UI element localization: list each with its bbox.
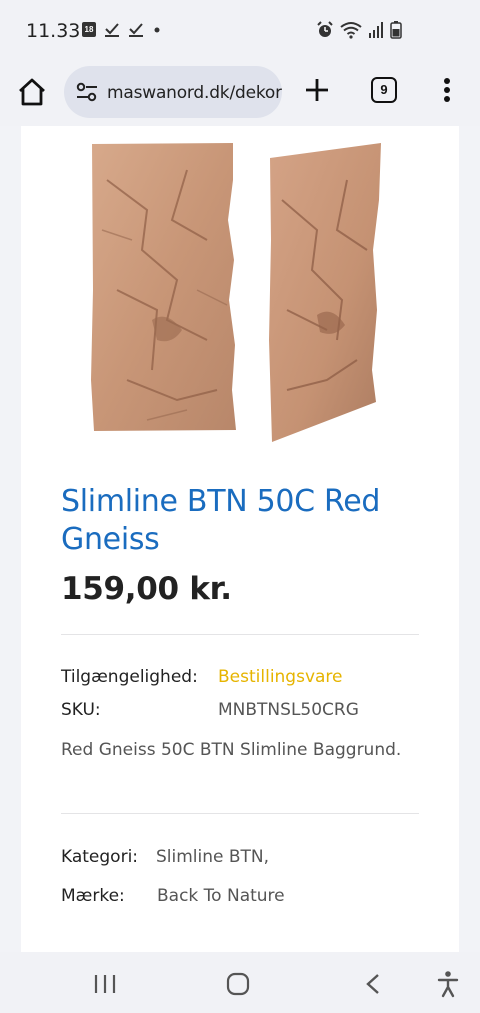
tab-switcher-button[interactable]: 9 xyxy=(371,77,397,103)
alarm-icon xyxy=(317,21,333,37)
accessibility-icon[interactable] xyxy=(436,970,460,998)
wifi-icon xyxy=(340,22,362,39)
sku-label: SKU: xyxy=(61,700,101,720)
url-text: maswanord.dk/dekora xyxy=(107,83,282,103)
new-tab-icon[interactable] xyxy=(303,76,331,104)
stone-panel-right xyxy=(269,143,381,442)
product-price: 159,00 kr. xyxy=(61,571,232,607)
category-label: Kategori: xyxy=(61,847,139,867)
dot-icon xyxy=(154,27,160,33)
status-time: 11.33 xyxy=(26,20,81,42)
sku-value: MNBTNSL50CRG xyxy=(218,700,359,720)
system-nav-bar xyxy=(0,952,480,1013)
calendar-icon: 18 xyxy=(82,21,96,37)
divider xyxy=(61,634,419,635)
system-icons xyxy=(316,21,402,39)
home-icon[interactable] xyxy=(16,76,48,108)
category-link[interactable]: Slimline BTN, xyxy=(156,847,269,867)
product-title: Slimline BTN 50C Red Gneiss xyxy=(61,484,381,557)
brand-link[interactable]: Back To Nature xyxy=(157,886,285,906)
page-content[interactable]: Slimline BTN 50C Red Gneiss 159,00 kr. T… xyxy=(0,126,480,952)
home-circle-icon[interactable] xyxy=(226,972,250,996)
battery-icon xyxy=(390,21,402,39)
recent-apps-icon[interactable] xyxy=(93,973,117,995)
address-bar[interactable]: maswanord.dk/dekora xyxy=(64,66,282,118)
product-card: Slimline BTN 50C Red Gneiss 159,00 kr. T… xyxy=(21,126,459,952)
notification-icons: 18 xyxy=(82,21,162,37)
check-icon xyxy=(129,23,143,37)
divider xyxy=(61,813,419,814)
check-icon xyxy=(105,23,119,37)
product-description: Red Gneiss 50C BTN Slimline Baggrund. xyxy=(61,740,402,760)
brand-label: Mærke: xyxy=(61,886,125,906)
more-menu-icon[interactable] xyxy=(440,76,454,104)
browser-toolbar: maswanord.dk/dekora 9 xyxy=(0,62,480,126)
signal-icon xyxy=(369,22,383,38)
product-image[interactable] xyxy=(87,140,407,445)
availability-label: Tilgængelighed: xyxy=(61,667,198,687)
site-settings-icon[interactable] xyxy=(76,82,98,102)
availability-value: Bestillingsvare xyxy=(218,667,343,687)
status-bar: 11.33 18 xyxy=(0,0,480,62)
back-icon[interactable] xyxy=(364,972,382,996)
stone-panel-left xyxy=(91,143,236,431)
